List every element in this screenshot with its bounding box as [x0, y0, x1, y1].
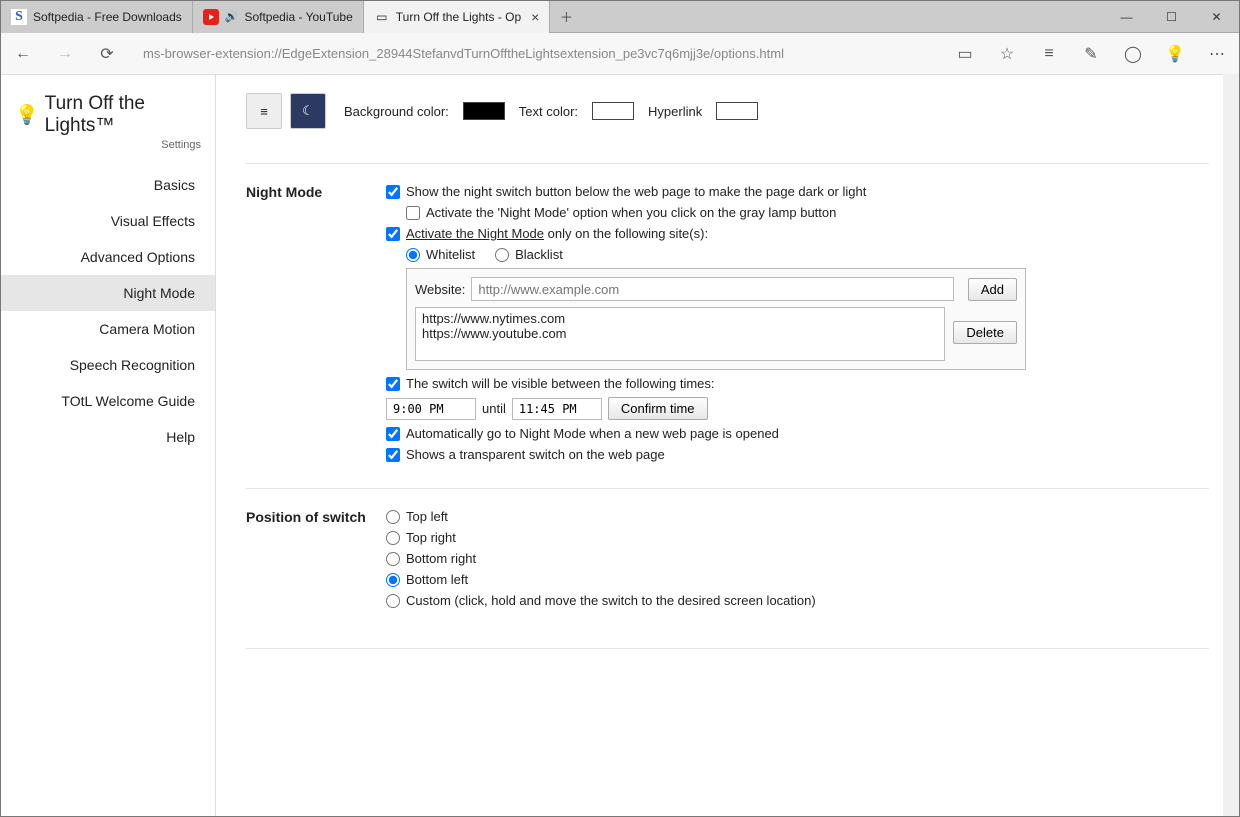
time-from-input[interactable] — [386, 398, 476, 420]
hyperlink-label: Hyperlink — [648, 104, 702, 119]
address-bar[interactable]: ms-browser-extension://EdgeExtension_289… — [137, 42, 935, 65]
position-top-right-radio[interactable] — [386, 531, 400, 545]
browser-tab-2[interactable]: ▭ Turn Off the Lights - Op × — [364, 1, 551, 33]
text-color-swatch[interactable] — [592, 102, 634, 120]
bulb-icon: 💡 — [15, 103, 39, 127]
favorite-icon[interactable]: ☆ — [995, 42, 1019, 66]
tab-title: Softpedia - Free Downloads — [33, 10, 182, 24]
show-switch-checkbox[interactable] — [386, 185, 400, 199]
activate-sites-label: Activate the Night Mode only on the foll… — [406, 226, 708, 241]
tab-title: Turn Off the Lights - Op — [396, 10, 521, 24]
more-icon[interactable]: ⋯ — [1205, 42, 1229, 66]
sidebar-item-camera-motion[interactable]: Camera Motion — [1, 311, 215, 347]
position-bottom-left-radio[interactable] — [386, 573, 400, 587]
sidebar-item-speech-recognition[interactable]: Speech Recognition — [1, 347, 215, 383]
whitelist-label: Whitelist — [426, 247, 475, 262]
close-window-button[interactable]: ✕ — [1194, 1, 1239, 33]
sidebar-item-night-mode[interactable]: Night Mode — [1, 275, 215, 311]
position-section: Position of switch Top left Top right Bo… — [246, 488, 1209, 634]
audio-icon: 🔊 — [225, 10, 239, 23]
browser-tab-0[interactable]: S Softpedia - Free Downloads — [1, 1, 193, 33]
position-top-right-label: Top right — [406, 530, 456, 545]
blacklist-label: Blacklist — [515, 247, 563, 262]
app-title-text: Turn Off the Lights™ — [45, 93, 201, 137]
color-topbar: ≡ ☾ Background color: Text color: Hyperl… — [246, 93, 1209, 129]
bg-color-label: Background color: — [344, 104, 449, 119]
close-tab-icon[interactable]: × — [531, 9, 539, 25]
favicon-softpedia: S — [11, 9, 27, 25]
website-label: Website: — [415, 282, 465, 297]
refresh-button[interactable]: ⟳ — [95, 42, 119, 66]
app-title: 💡 Turn Off the Lights™ — [1, 93, 215, 139]
activate-sites-checkbox[interactable] — [386, 227, 400, 241]
browser-toolbar: ← → ⟳ ms-browser-extension://EdgeExtensi… — [1, 33, 1239, 75]
activate-click-label: Activate the 'Night Mode' option when yo… — [426, 205, 836, 220]
position-top-left-radio[interactable] — [386, 510, 400, 524]
visible-times-checkbox[interactable] — [386, 377, 400, 391]
url-whitelist-box: Website: Add https://www.nytimes.com htt… — [406, 268, 1026, 370]
share-icon[interactable]: ◯ — [1121, 42, 1145, 66]
sidebar-item-visual-effects[interactable]: Visual Effects — [1, 203, 215, 239]
section-divider — [246, 648, 1209, 649]
position-top-left-label: Top left — [406, 509, 448, 524]
transparent-switch-checkbox[interactable] — [386, 448, 400, 462]
minimize-button[interactable]: — — [1104, 1, 1149, 33]
show-switch-label: Show the night switch button below the w… — [406, 184, 866, 199]
position-bottom-left-label: Bottom left — [406, 572, 468, 587]
auto-night-label: Automatically go to Night Mode when a ne… — [406, 426, 779, 441]
sidebar-item-help[interactable]: Help — [1, 419, 215, 455]
lightbulb-icon[interactable]: 💡 — [1163, 42, 1187, 66]
position-custom-radio[interactable] — [386, 594, 400, 608]
reading-view-icon[interactable]: ▭ — [953, 42, 977, 66]
website-list[interactable]: https://www.nytimes.com https://www.yout… — [415, 307, 945, 361]
back-button[interactable]: ← — [11, 42, 35, 66]
menu-button[interactable]: ≡ — [246, 93, 282, 129]
hyperlink-color-swatch[interactable] — [716, 102, 758, 120]
confirm-time-button[interactable]: Confirm time — [608, 397, 708, 420]
position-bottom-right-radio[interactable] — [386, 552, 400, 566]
auto-night-checkbox[interactable] — [386, 427, 400, 441]
sidebar-item-basics[interactable]: Basics — [1, 167, 215, 203]
hub-icon[interactable]: ≡ — [1037, 42, 1061, 66]
sidebar-item-advanced-options[interactable]: Advanced Options — [1, 239, 215, 275]
text-color-label: Text color: — [519, 104, 578, 119]
transparent-switch-label: Shows a transparent switch on the web pa… — [406, 447, 665, 462]
position-custom-label: Custom (click, hold and move the switch … — [406, 593, 816, 608]
time-to-input[interactable] — [512, 398, 602, 420]
until-label: until — [482, 401, 506, 416]
position-bottom-right-label: Bottom right — [406, 551, 476, 566]
maximize-button[interactable]: ☐ — [1149, 1, 1194, 33]
night-mode-section-label: Night Mode — [246, 184, 386, 468]
browser-tab-1[interactable]: 🔊 Softpedia - YouTube — [193, 1, 364, 33]
settings-sidebar: 💡 Turn Off the Lights™ Settings Basics V… — [1, 75, 216, 816]
page-scrollbar[interactable] — [1223, 74, 1239, 816]
forward-button[interactable]: → — [53, 42, 77, 66]
app-subtitle: Settings — [1, 139, 215, 167]
favicon-youtube — [203, 9, 219, 25]
bg-color-swatch[interactable] — [463, 102, 505, 120]
visible-times-label: The switch will be visible between the f… — [406, 376, 715, 391]
notes-icon[interactable]: ✎ — [1079, 42, 1103, 66]
night-mode-section: Night Mode Show the night switch button … — [246, 163, 1209, 488]
page-content: 💡 Turn Off the Lights™ Settings Basics V… — [1, 75, 1239, 816]
position-section-label: Position of switch — [246, 509, 386, 614]
activate-click-checkbox[interactable] — [406, 206, 420, 220]
window-controls: — ☐ ✕ — [1104, 1, 1239, 33]
page-icon: ▭ — [374, 9, 390, 25]
settings-main: ≡ ☾ Background color: Text color: Hyperl… — [216, 75, 1239, 816]
sidebar-item-welcome-guide[interactable]: TOtL Welcome Guide — [1, 383, 215, 419]
whitelist-radio[interactable] — [406, 248, 420, 262]
night-icon-button[interactable]: ☾ — [290, 93, 326, 129]
add-button[interactable]: Add — [968, 278, 1017, 301]
website-input[interactable] — [471, 277, 954, 301]
tab-title: Softpedia - YouTube — [244, 10, 352, 24]
blacklist-radio[interactable] — [495, 248, 509, 262]
browser-tabbar: S Softpedia - Free Downloads 🔊 Softpedia… — [1, 1, 1239, 33]
new-tab-button[interactable]: ＋ — [550, 7, 582, 26]
delete-button[interactable]: Delete — [953, 321, 1017, 344]
